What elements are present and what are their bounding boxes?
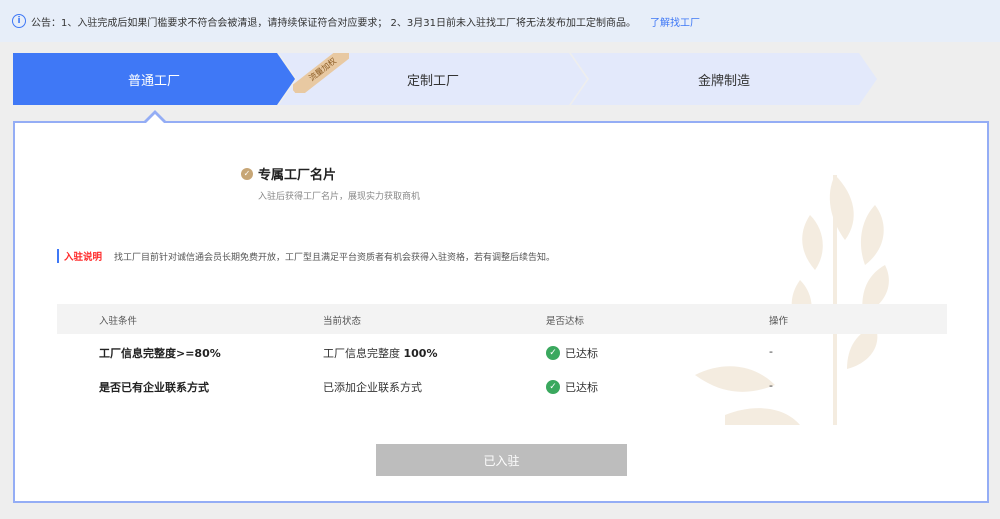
status-text: 工厂信息完整度 bbox=[323, 347, 400, 360]
factory-type-steps: 普通工厂 定制工厂 金牌制造 bbox=[13, 53, 883, 105]
status-value: 100% bbox=[403, 347, 438, 360]
feature-title: 专属工厂名片 bbox=[258, 168, 337, 183]
check-circle-icon: ✓ bbox=[546, 346, 560, 360]
row-condition: 是否已有企业联系方式 bbox=[99, 381, 209, 394]
check-circle-icon: ✓ bbox=[546, 380, 560, 394]
step-label: 定制工厂 bbox=[406, 73, 459, 89]
table-row: 工厂信息完整度>=80% 工厂信息完整度 100% ✓ 已达标 - bbox=[57, 334, 947, 368]
table-row: 是否已有企业联系方式 已添加企业联系方式 ✓ 已达标 - bbox=[57, 368, 947, 402]
header-action: 操作 bbox=[769, 316, 789, 327]
tab-normal-factory[interactable]: 普通工厂 bbox=[13, 53, 295, 105]
step-label: 普通工厂 bbox=[127, 73, 180, 89]
instructions-text: 找工厂目前针对诚信通会员长期免费开放，工厂型且满足平台资质者有机会获得入驻资格，… bbox=[114, 252, 556, 263]
notice-text: 公告：1、入驻完成后如果门槛要求不符合会被清退，请持续保证符合对应要求； 2、3… bbox=[31, 17, 636, 29]
met-text: 已达标 bbox=[565, 347, 598, 360]
tab-gold-manufacturing[interactable]: 金牌制造 bbox=[571, 53, 877, 105]
row-met: ✓ 已达标 bbox=[546, 379, 598, 395]
joined-button[interactable]: 已入驻 bbox=[376, 444, 627, 476]
row-status: 已添加企业联系方式 bbox=[323, 381, 422, 394]
entry-instructions: 入驻说明 找工厂目前针对诚信通会员长期免费开放，工厂型且满足平台资质者有机会获得… bbox=[57, 249, 555, 263]
row-action: - bbox=[769, 379, 773, 392]
accent-bar bbox=[57, 249, 59, 263]
gold-check-icon: ✓ bbox=[241, 167, 253, 180]
header-status: 当前状态 bbox=[323, 316, 362, 327]
feature-subtitle: 入驻后获得工厂名片，展现实力获取商机 bbox=[258, 192, 421, 202]
header-condition: 入驻条件 bbox=[99, 316, 138, 327]
requirements-table: 入驻条件 当前状态 是否达标 操作 工厂信息完整度>=80% 工厂信息完整度 1… bbox=[57, 304, 947, 402]
row-condition: 工厂信息完整度>=80% bbox=[99, 347, 221, 360]
panel-pointer-fill bbox=[146, 114, 164, 123]
step-label: 金牌制造 bbox=[697, 73, 750, 89]
feature-block: ✓ 专属工厂名片 入驻后获得工厂名片，展现实力获取商机 bbox=[241, 164, 420, 202]
row-action: - bbox=[769, 345, 773, 358]
table-header: 入驻条件 当前状态 是否达标 操作 bbox=[57, 304, 947, 334]
row-status: 工厂信息完整度 100% bbox=[323, 345, 437, 361]
met-text: 已达标 bbox=[565, 381, 598, 394]
row-met: ✓ 已达标 bbox=[546, 345, 598, 361]
notice-bar: i 公告：1、入驻完成后如果门槛要求不符合会被清退，请持续保证符合对应要求； 2… bbox=[0, 0, 1000, 42]
feature-title-row: ✓ 专属工厂名片 bbox=[241, 164, 420, 183]
traffic-boost-ribbon: 流量加权 bbox=[293, 53, 349, 93]
learn-more-link[interactable]: 了解找工厂 bbox=[650, 14, 700, 29]
instructions-label: 入驻说明 bbox=[64, 252, 103, 263]
header-met: 是否达标 bbox=[546, 316, 585, 327]
ribbon-label: 流量加权 bbox=[293, 53, 349, 93]
info-icon: i bbox=[12, 14, 26, 28]
